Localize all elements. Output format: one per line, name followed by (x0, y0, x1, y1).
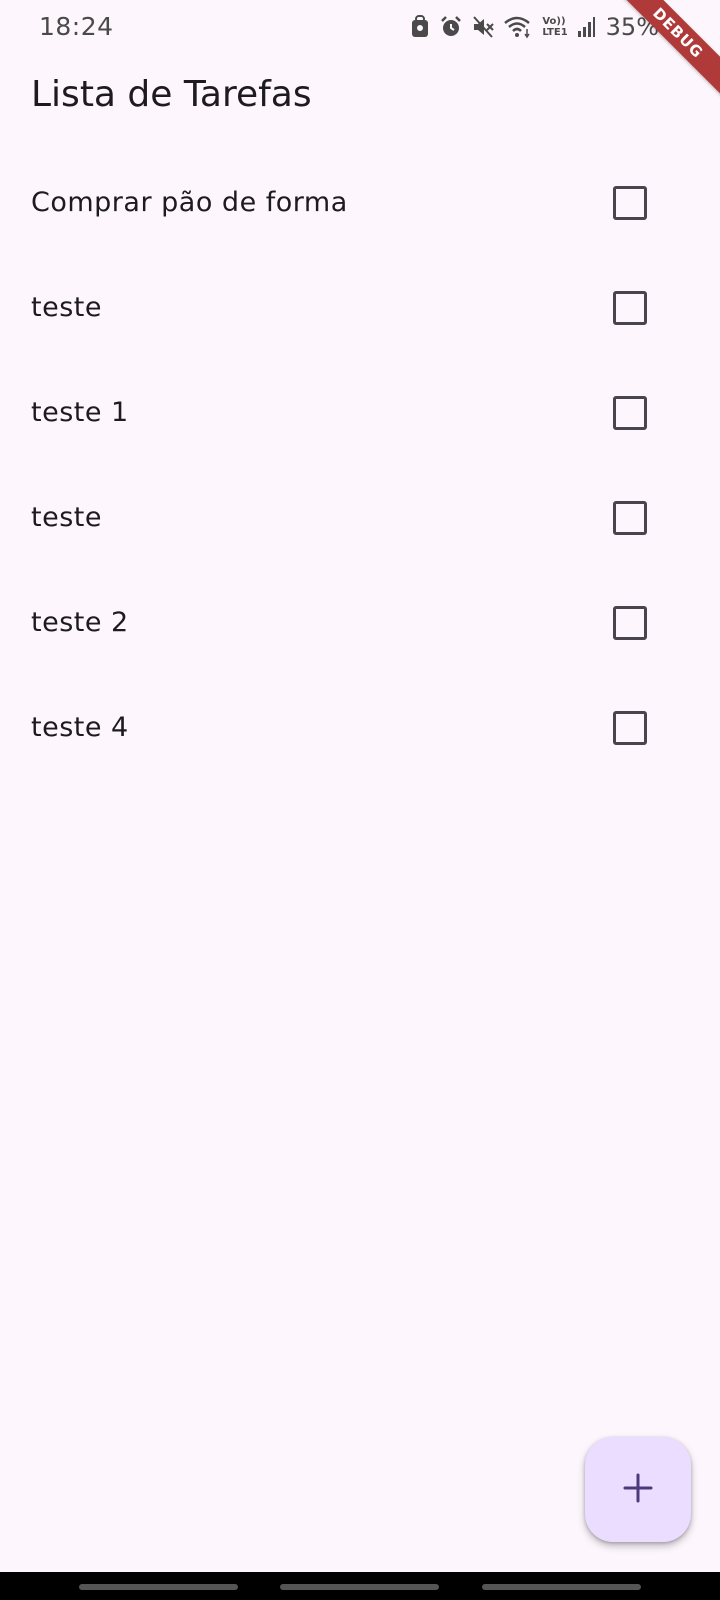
task-label: teste 2 (31, 607, 129, 638)
list-item[interactable]: teste 2 (0, 570, 720, 675)
page-title: Lista de Tarefas (31, 74, 312, 115)
task-checkbox[interactable] (613, 605, 647, 640)
task-checkbox[interactable] (613, 500, 647, 535)
list-item[interactable]: teste (0, 465, 720, 570)
list-item[interactable]: teste 1 (0, 360, 720, 465)
task-label: teste 1 (31, 397, 129, 428)
list-item[interactable]: teste 4 (0, 675, 720, 780)
status-time: 18:24 (39, 12, 114, 41)
add-task-button[interactable] (585, 1437, 691, 1542)
task-checkbox[interactable] (613, 395, 647, 430)
list-item[interactable]: Comprar pão de forma (0, 150, 720, 255)
status-bar: 18:24 Vo)) LTE1 35% (0, 0, 720, 54)
mute-icon (472, 15, 495, 39)
task-checkbox[interactable] (613, 290, 647, 325)
app-screen: 18:24 Vo)) LTE1 35% DEBUG Lista de Taref… (0, 0, 720, 1600)
task-label: teste 4 (31, 712, 129, 743)
task-label: Comprar pão de forma (31, 187, 348, 218)
signal-icon (577, 16, 595, 38)
volte-icon: Vo)) LTE1 (542, 16, 567, 38)
wifi-icon (503, 15, 533, 39)
task-checkbox[interactable] (613, 185, 647, 220)
nav-recents-button[interactable] (79, 1584, 238, 1590)
nav-home-button[interactable] (280, 1584, 439, 1590)
vpn-lock-icon (410, 15, 430, 39)
task-list: Comprar pão de forma teste teste 1 teste… (0, 150, 720, 780)
nav-back-button[interactable] (482, 1584, 641, 1590)
volte-label-bottom: LTE1 (542, 27, 568, 38)
status-icons: Vo)) LTE1 35% (410, 12, 682, 42)
task-label: teste (31, 292, 102, 323)
task-label: teste (31, 502, 102, 533)
list-item[interactable]: teste (0, 255, 720, 360)
alarm-icon (439, 15, 463, 39)
system-nav-bar (0, 1572, 720, 1600)
task-checkbox[interactable] (613, 710, 647, 745)
plus-icon (623, 1473, 653, 1506)
volte-label-top: Vo)) (542, 16, 566, 27)
